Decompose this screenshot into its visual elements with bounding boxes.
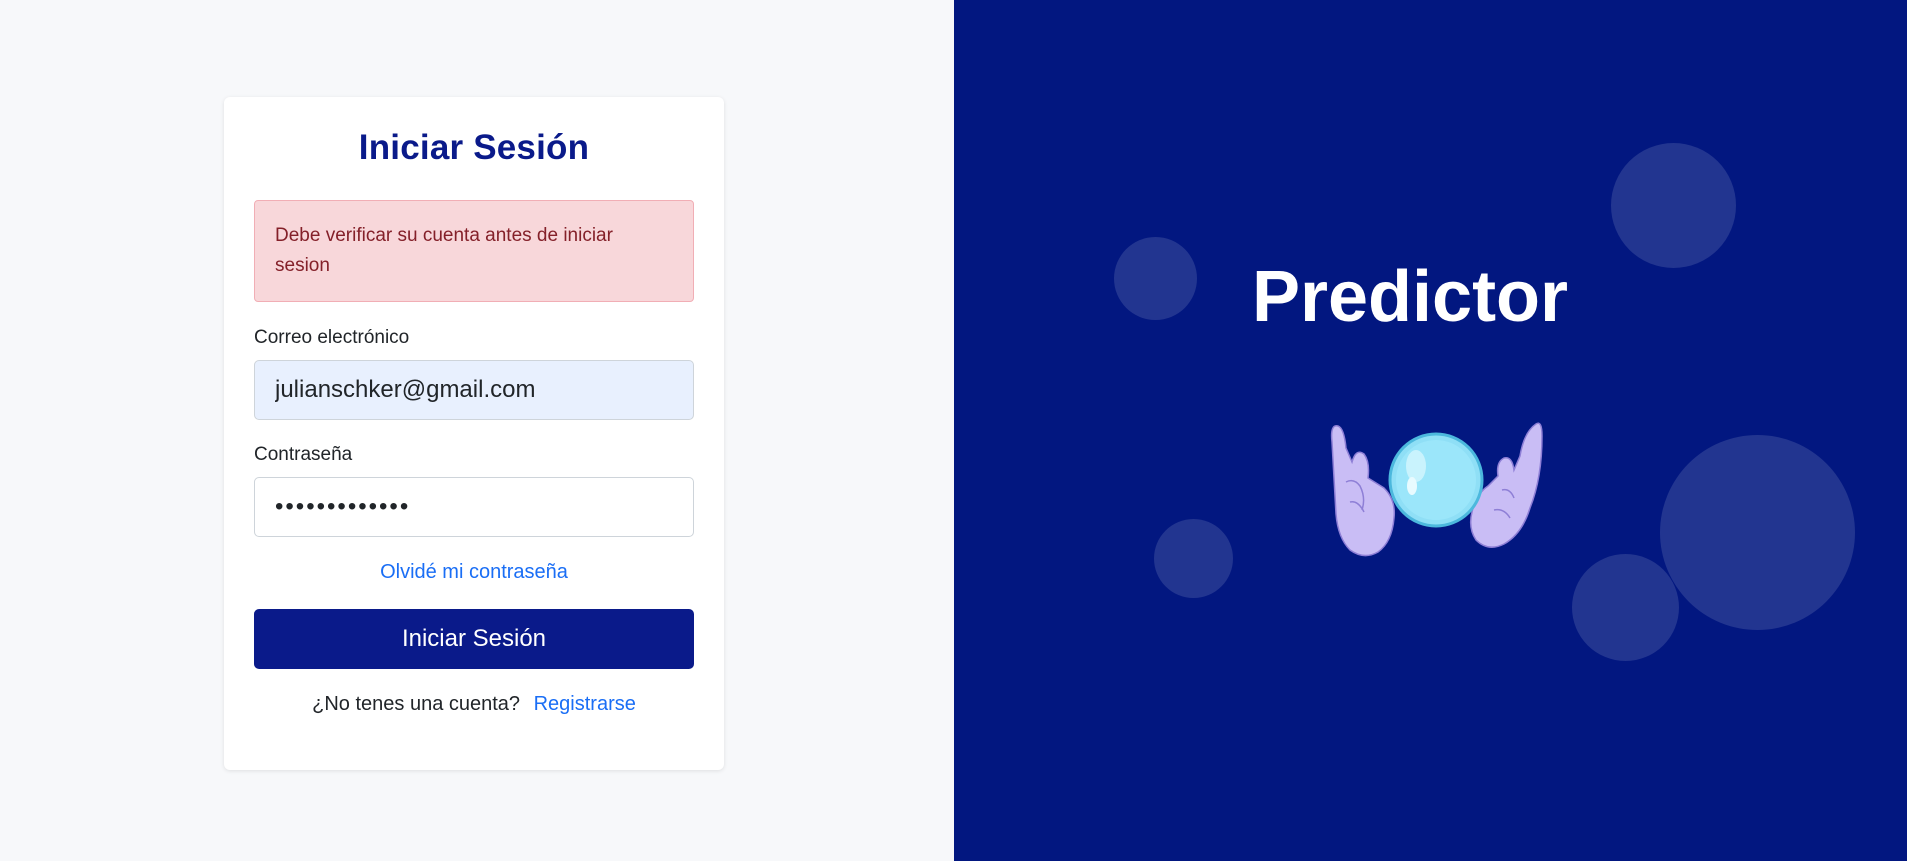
crystal-ball-hands-icon bbox=[1330, 422, 1543, 557]
email-label: Correo electrónico bbox=[254, 327, 410, 348]
decorative-bubble bbox=[1660, 435, 1855, 630]
decorative-bubble bbox=[1572, 554, 1679, 661]
brand-name: Predictor bbox=[1251, 257, 1569, 337]
register-link[interactable]: Registrarse bbox=[534, 693, 636, 715]
forgot-password-link[interactable]: Olvidé mi contraseña bbox=[254, 559, 694, 585]
login-button[interactable]: Iniciar Sesión bbox=[254, 609, 694, 669]
brand-pane: Predictor bbox=[954, 0, 1907, 861]
email-field[interactable] bbox=[254, 360, 694, 420]
login-card: Iniciar Sesión Debe verificar su cuenta … bbox=[224, 97, 724, 770]
decorative-bubble bbox=[1154, 519, 1233, 598]
register-prompt: ¿No tenes una cuenta? bbox=[312, 693, 521, 715]
decorative-bubble bbox=[1611, 143, 1736, 268]
login-pane: Iniciar Sesión Debe verificar su cuenta … bbox=[0, 0, 954, 861]
verification-alert: Debe verificar su cuenta antes de inicia… bbox=[254, 200, 694, 302]
register-row: ¿No tenes una cuenta? Registrarse bbox=[254, 691, 694, 717]
login-title: Iniciar Sesión bbox=[358, 128, 590, 167]
password-label: Contraseña bbox=[254, 444, 353, 465]
password-field[interactable] bbox=[254, 477, 694, 537]
